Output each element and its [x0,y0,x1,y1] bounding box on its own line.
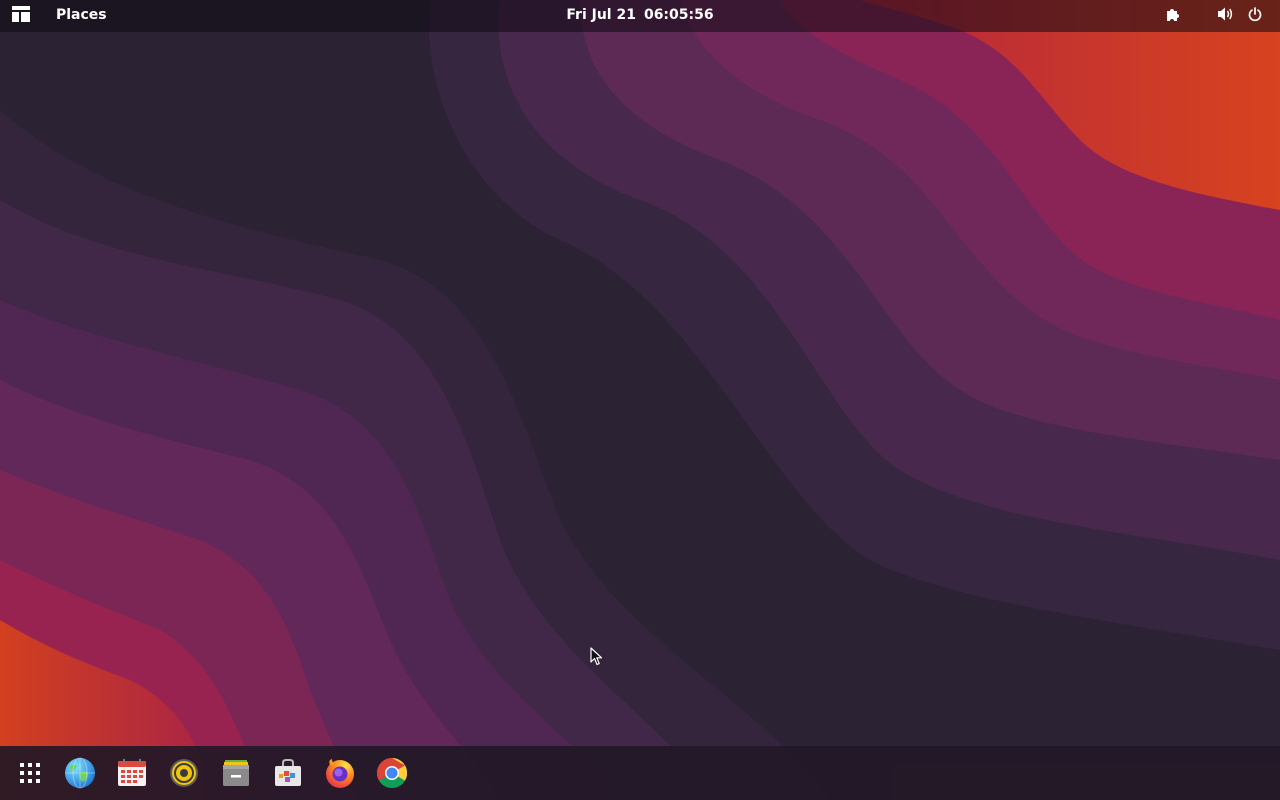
dock [0,746,1280,800]
calendar-icon [117,758,147,788]
music-player-icon [169,758,199,788]
dock-item-calendar[interactable] [115,756,149,790]
volume-button[interactable] [1216,6,1236,26]
dock-item-software[interactable] [271,756,305,790]
software-bag-icon [273,758,303,788]
mouse-pointer-icon [590,647,604,667]
desktop-wallpaper [0,0,1280,800]
apps-overview-icon [11,5,31,27]
puzzle-piece-icon [1165,6,1181,26]
file-cabinet-icon [221,758,251,788]
activities-button[interactable] [10,5,32,27]
extensions-button[interactable] [1163,6,1183,26]
dock-item-show-applications[interactable] [13,756,47,790]
chrome-icon [376,757,408,789]
clock-button[interactable]: Fri Jul 21 06:05:56 [566,7,713,23]
dock-item-web-browser[interactable] [63,756,97,790]
clock-area: Fri Jul 21 06:05:56 [0,7,1280,23]
speaker-volume-icon [1217,6,1235,26]
top-panel: Places Fri Jul 21 06:05:56 [0,0,1280,32]
places-menu[interactable]: Places [56,7,107,23]
clock-date: Fri Jul 21 [566,7,636,23]
dock-item-chrome[interactable] [375,756,409,790]
dock-item-rhythmbox[interactable] [167,756,201,790]
firefox-icon [324,757,356,789]
power-icon [1248,6,1262,26]
dock-item-firefox[interactable] [323,756,357,790]
globe-icon [64,757,96,789]
grid-dots-icon [18,761,42,785]
clock-time: 06:05:56 [643,7,714,23]
power-button[interactable] [1245,6,1265,26]
dock-item-files[interactable] [219,756,253,790]
